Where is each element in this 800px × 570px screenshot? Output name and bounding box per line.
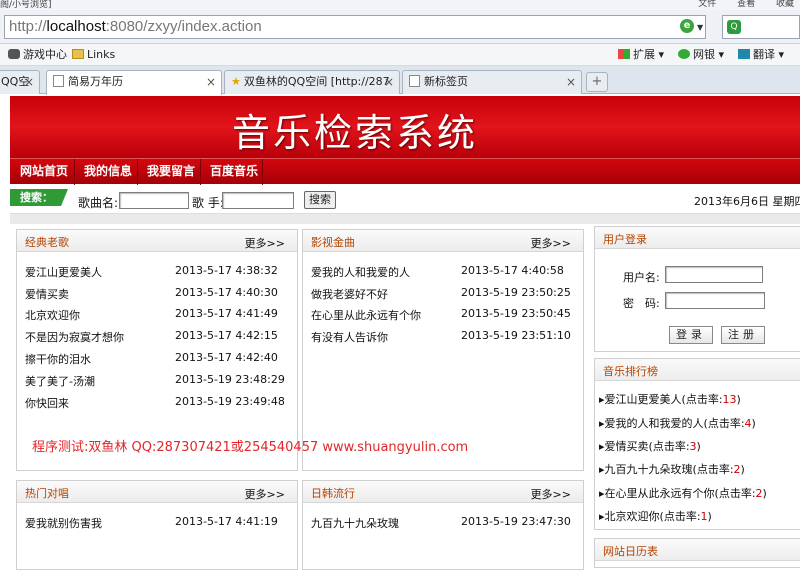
browser-title-strip: 阁/小号浏览] 文件 查看 收藏	[0, 0, 800, 10]
list-item[interactable]: 爱我的人和我爱的人 2013-5-17 4:40:58	[311, 264, 564, 280]
song-name-label: 歌曲名:	[78, 196, 119, 210]
tab-bar: QQ空 × 简易万年历 × ★ 双鱼林的QQ空间 [http://287 × 新标签页 ×…	[0, 66, 800, 95]
new-tab-button[interactable]: +	[586, 72, 608, 92]
list-item[interactable]: 在心里从此永远有个你 2013-5-19 23:50:45	[311, 307, 571, 323]
singer-label: 歌 手:	[192, 196, 224, 210]
current-date: 2013年6月6日 星期四	[694, 195, 800, 208]
list-item[interactable]: 美了美了-汤潮 2013-5-19 23:48:29	[25, 373, 285, 389]
panel-film-songs: 影视金曲 更多>> 爱我的人和我爱的人 2013-5-17 4:40:58 做我老婆…	[302, 229, 584, 471]
gamepad-icon	[8, 49, 20, 59]
panel-title: 网站日历表	[603, 545, 658, 558]
close-icon[interactable]: ×	[24, 71, 34, 93]
list-item[interactable]: 爱情买卖 2013-5-17 4:40:30	[25, 286, 278, 302]
extension-icon	[618, 49, 630, 59]
list-item[interactable]: 你快回来 2013-5-19 23:49:48	[25, 395, 285, 411]
list-item[interactable]: 有没有人告诉你 2013-5-19 23:51:10	[311, 329, 571, 345]
username-input[interactable]	[665, 266, 763, 283]
panel-jk-pop: 日韩流行 更多>> 九百九十九朵玫瑰 2013-5-19 23:47:30	[302, 480, 584, 570]
folder-icon	[72, 49, 84, 59]
star-icon: ★	[231, 75, 241, 88]
nav-divider	[262, 159, 263, 185]
search-button[interactable]: 搜索	[304, 191, 336, 209]
login-button[interactable]: 登录	[669, 326, 713, 344]
rank-item[interactable]: ▸爱江山更爱美人(点击率:13)	[599, 391, 741, 407]
nav-divider	[74, 159, 75, 185]
list-item[interactable]: 九百九十九朵玫瑰 2013-5-19 23:47:30	[311, 515, 571, 531]
fav-extension[interactable]: 扩展 ▾	[618, 44, 664, 66]
panel-title: 日韩流行	[311, 487, 355, 500]
menu-favorites[interactable]: 收藏	[776, 0, 794, 9]
favorites-bar: 游戏中心 Links 扩展 ▾ 网银 ▾ 翻译 ▾	[0, 44, 800, 66]
panel-title: 经典老歌	[25, 236, 69, 249]
register-button[interactable]: 注册	[721, 326, 765, 344]
url-dropdown-icon[interactable]: ▼	[697, 23, 703, 32]
content-background	[10, 214, 800, 224]
panel-hot-duets: 热门对唱 更多>> 爱我就别伤害我 2013-5-17 4:41:19	[16, 480, 298, 570]
nav-divider	[200, 159, 201, 185]
rank-item[interactable]: ▸在心里从此永远有个你(点击率:2)	[599, 485, 767, 501]
ie-mode-icon[interactable]: e	[680, 19, 694, 33]
song-name-input[interactable]	[119, 192, 189, 209]
more-link[interactable]: 更多>>	[245, 486, 285, 502]
more-link[interactable]: 更多>>	[531, 486, 571, 502]
test-contact-line: 程序测试:双鱼林 QQ:287307421或254540457 www.shua…	[32, 440, 469, 455]
translate-icon	[738, 49, 750, 59]
page-icon	[409, 75, 420, 87]
nav-divider	[137, 159, 138, 185]
page-icon	[53, 75, 64, 87]
list-item[interactable]: 擦干你的泪水 2013-5-17 4:42:40	[25, 351, 278, 367]
password-label: 密 码:	[623, 297, 660, 310]
menu-file[interactable]: 文件	[698, 0, 716, 9]
url-input[interactable]: http://localhost:8080/zxyy/index.action	[4, 15, 706, 39]
nav-leave-message[interactable]: 我要留言	[147, 159, 195, 184]
panel-login: 用户登录 用户名: 密 码: 登录 注册	[594, 226, 800, 352]
shield-icon	[678, 49, 690, 59]
site-banner: 音乐检索系统	[10, 96, 800, 158]
panel-title: 音乐排行榜	[603, 365, 658, 378]
address-bar: http://localhost:8080/zxyy/index.action …	[0, 10, 800, 44]
search-tag: 搜索：	[10, 189, 68, 206]
more-link[interactable]: 更多>>	[245, 235, 285, 251]
nav-my-info[interactable]: 我的信息	[84, 159, 132, 184]
panel-ranking: 音乐排行榜 ▸爱江山更爱美人(点击率:13) ▸爱我的人和我爱的人(点击率:4)…	[594, 358, 800, 530]
close-icon[interactable]: ×	[566, 71, 576, 93]
list-item[interactable]: 爱江山更爱美人 2013-5-17 4:38:32	[25, 264, 278, 280]
close-icon[interactable]: ×	[206, 71, 216, 93]
song-search-bar: 搜索： 歌曲名: 歌 手: 搜索 2013年6月6日 星期四	[10, 186, 800, 214]
rank-item[interactable]: ▸爱情买卖(点击率:3)	[599, 438, 701, 454]
menu-view[interactable]: 查看	[737, 0, 755, 9]
list-item[interactable]: 不是因为寂寞才想你 2013-5-17 4:42:15	[25, 329, 278, 345]
tab-calendar[interactable]: 简易万年历 ×	[46, 70, 222, 95]
panel-calendar: 网站日历表	[594, 538, 800, 568]
close-icon[interactable]: ×	[384, 71, 394, 93]
panel-title: 热门对唱	[25, 487, 69, 500]
rank-item[interactable]: ▸北京欢迎你(点击率:1)	[599, 508, 712, 524]
panel-title: 影视金曲	[311, 236, 355, 249]
singer-input[interactable]	[222, 192, 294, 209]
nav-baidu-music[interactable]: 百度音乐	[210, 159, 258, 184]
rank-item[interactable]: ▸爱我的人和我爱的人(点击率:4)	[599, 415, 756, 431]
fav-bank[interactable]: 网银 ▾	[678, 44, 724, 66]
fav-translate[interactable]: 翻译 ▾	[738, 44, 784, 66]
password-input[interactable]	[665, 292, 765, 309]
tab-qq[interactable]: QQ空 ×	[0, 70, 40, 94]
panel-title: 用户登录	[603, 233, 647, 246]
list-item[interactable]: 北京欢迎你 2013-5-17 4:41:49	[25, 307, 278, 323]
rank-item[interactable]: ▸九百九十九朵玫瑰(点击率:2)	[599, 461, 745, 477]
nav-home[interactable]: 网站首页	[20, 159, 68, 184]
username-label: 用户名:	[623, 271, 660, 284]
tab-qq-space[interactable]: ★ 双鱼林的QQ空间 [http://287 ×	[224, 70, 400, 94]
fav-game-center[interactable]: 游戏中心	[8, 44, 67, 66]
window-title: 阁/小号浏览]	[0, 0, 52, 10]
list-item[interactable]: 做我老婆好不好 2013-5-19 23:50:25	[311, 286, 571, 302]
site-title: 音乐检索系统	[232, 111, 479, 155]
fav-links[interactable]: Links	[72, 44, 115, 66]
search-engine-icon[interactable]: Q	[727, 20, 741, 34]
tab-new[interactable]: 新标签页 ×	[402, 70, 582, 94]
list-item[interactable]: 爱我就别伤害我 2013-5-17 4:41:19	[25, 515, 278, 531]
panel-classic-songs: 经典老歌 更多>> 爱江山更爱美人 2013-5-17 4:38:32 爱情买卖 20…	[16, 229, 298, 471]
more-link[interactable]: 更多>>	[531, 235, 571, 251]
site-nav: 网站首页 我的信息 我要留言 百度音乐	[10, 158, 800, 185]
